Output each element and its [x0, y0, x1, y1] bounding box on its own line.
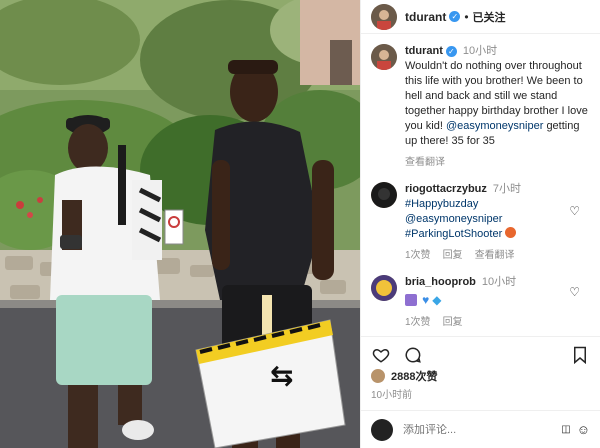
add-comment-input[interactable]: [403, 423, 562, 436]
instagram-post: ⇆ tdurant ✓ • 已关注 tdurant ✓ 10小时 Wouldn'…: [0, 0, 600, 448]
comment-likes[interactable]: 1次赞: [405, 315, 431, 330]
comment-like-heart-icon[interactable]: ♡: [569, 285, 580, 299]
comment-meta: 1次赞 回复: [405, 315, 590, 330]
post-header: tdurant ✓ • 已关注: [361, 0, 600, 34]
add-comment-icons: ◫ ☺: [561, 422, 590, 437]
basketball-emoji-icon: [505, 227, 517, 238]
author-username[interactable]: tdurant: [405, 10, 446, 24]
separator-dot: •: [464, 9, 469, 24]
likes-count[interactable]: 2888次赞: [391, 368, 437, 384]
comment-username[interactable]: bria_hooprob: [405, 275, 476, 290]
post-photo[interactable]: ⇆: [0, 0, 360, 448]
heart-icon[interactable]: [371, 345, 391, 365]
caption: tdurant ✓ 10小时 Wouldn't do nothing over …: [371, 44, 590, 170]
comment-item: bria_hooprob 10小时 ♥ ◆ 1次赞 回复 ♡: [371, 275, 590, 330]
caption-head: tdurant ✓ 10小时: [405, 44, 590, 59]
verified-badge-icon: ✓: [449, 11, 461, 22]
caption-author-avatar[interactable]: [371, 44, 397, 70]
see-translation-button[interactable]: 查看翻译: [475, 248, 515, 263]
comment-emoji-line: ♥ ◆: [405, 293, 590, 309]
emoji-icon[interactable]: ☺: [577, 422, 590, 437]
bookmark-icon[interactable]: [570, 345, 590, 365]
caption-body: tdurant ✓ 10小时 Wouldn't do nothing over …: [405, 44, 590, 170]
verified-badge-icon: ✓: [445, 46, 457, 57]
comment-text: #Happybuzday @easymoneysniper #ParkingLo…: [405, 197, 590, 242]
svg-text:⇆: ⇆: [270, 359, 293, 392]
comment-body: riogottacrzybuz 7小时 #Happybuzday @easymo…: [405, 182, 590, 263]
commenter-avatar[interactable]: [371, 275, 397, 301]
blue-heart-emoji-icon: ♥: [422, 293, 430, 307]
likes-summary[interactable]: 2888次赞: [371, 368, 437, 384]
follow-status-button[interactable]: 已关注: [473, 9, 506, 25]
comment-like-heart-icon[interactable]: ♡: [569, 204, 580, 218]
caption-mention-link[interactable]: @easymoneysniper: [446, 120, 543, 132]
mention-link[interactable]: @easymoneysniper: [405, 212, 590, 227]
author-avatar[interactable]: [371, 3, 397, 30]
gif-icon[interactable]: ◫: [561, 424, 570, 435]
caption-text: Wouldn't do nothing over throughout this…: [405, 59, 590, 149]
post-sidebar: tdurant ✓ • 已关注 tdurant ✓ 10小时 Wouldn't …: [360, 0, 600, 448]
comment-head: riogottacrzybuz 7小时: [405, 182, 590, 197]
liker-avatar: [371, 369, 385, 383]
reply-button[interactable]: 回复: [443, 248, 463, 263]
comment-item: riogottacrzybuz 7小时 #Happybuzday @easymo…: [371, 182, 590, 263]
caption-username[interactable]: tdurant: [405, 44, 443, 59]
see-translation-button[interactable]: 查看翻译: [405, 155, 445, 170]
comment-time: 10小时: [481, 276, 517, 288]
hashtag-link[interactable]: #Happybuzday: [405, 197, 590, 212]
comment-username[interactable]: riogottacrzybuz: [405, 182, 487, 197]
comment-likes[interactable]: 1次赞: [405, 248, 431, 263]
caption-meta: 查看翻译: [405, 155, 590, 170]
aries-emoji-icon: [405, 294, 417, 306]
commenter-avatar[interactable]: [371, 182, 397, 208]
comment-time: 7小时: [492, 183, 522, 195]
comment-body: bria_hooprob 10小时 ♥ ◆ 1次赞 回复: [405, 275, 590, 330]
caption-time: 10小时: [462, 45, 498, 57]
photo-illustration: ⇆: [0, 0, 360, 448]
action-bar: [361, 336, 600, 372]
add-comment-bar: ◫ ☺: [361, 410, 600, 448]
posted-time: 10小时前: [371, 390, 413, 401]
comments-section: tdurant ✓ 10小时 Wouldn't do nothing over …: [361, 34, 600, 336]
current-user-avatar: [371, 418, 393, 441]
hashtag-link[interactable]: #ParkingLotShooter: [405, 228, 502, 240]
comment-meta: 1次赞 回复 查看翻译: [405, 248, 590, 263]
comment-head: bria_hooprob 10小时: [405, 275, 590, 290]
reply-button[interactable]: 回复: [443, 315, 463, 330]
comment-icon[interactable]: [403, 345, 423, 365]
diamond-emoji-icon: ◆: [432, 293, 442, 307]
